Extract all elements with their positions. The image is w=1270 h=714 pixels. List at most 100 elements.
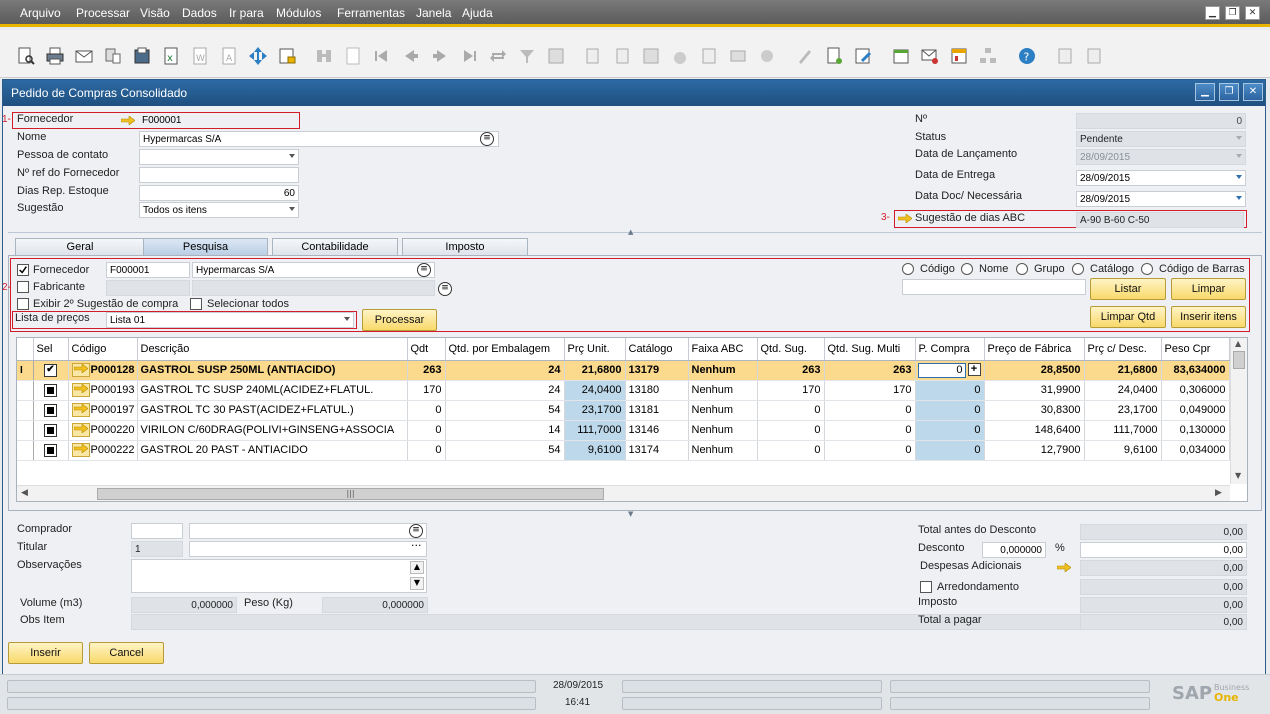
col-qdt[interactable]: Qdt xyxy=(407,338,446,361)
link-arrow-icon[interactable] xyxy=(898,214,912,223)
qdt-cell[interactable]: 170 xyxy=(406,380,446,401)
nref-field[interactable] xyxy=(139,167,299,183)
arredondamento-checkbox[interactable] xyxy=(920,581,932,593)
comprador-code[interactable] xyxy=(131,523,183,539)
row-header[interactable] xyxy=(17,420,34,441)
p-compra-cell[interactable]: 0 xyxy=(915,400,985,421)
desconto-value-field[interactable]: 0,00 xyxy=(1080,542,1247,558)
messages-icon[interactable] xyxy=(920,46,940,66)
unchecked-checkbox[interactable] xyxy=(44,403,57,417)
link-arrow-icon[interactable] xyxy=(71,403,90,417)
table-row[interactable]: P000193 GASTROL TC SUSP 240ML(ACIDEZ+FLAT… xyxy=(17,380,1230,401)
codigo-cell[interactable]: P000197 xyxy=(68,400,138,421)
table-row[interactable]: P000220 VIRILON C/60DRAG(POLIVI+GINSENG+A… xyxy=(17,420,1230,441)
qtd-embalagem-cell[interactable]: 54 xyxy=(445,400,565,421)
base-document-icon[interactable] xyxy=(583,46,603,66)
print-icon[interactable] xyxy=(45,46,65,66)
obs-scroll-up-icon[interactable]: ▲ xyxy=(410,561,424,574)
row-header[interactable]: I xyxy=(17,360,34,381)
limpar-qtd-button[interactable]: Limpar Qtd xyxy=(1090,306,1166,328)
more-icon[interactable]: ··· xyxy=(411,539,422,552)
config-icon[interactable] xyxy=(1055,46,1075,66)
menu-ir-para[interactable]: Ir para xyxy=(229,6,264,20)
inserir-button[interactable]: Inserir xyxy=(8,642,83,664)
scroll-up-icon[interactable]: ▲ xyxy=(1235,339,1241,348)
config-2-icon[interactable] xyxy=(1084,46,1104,66)
journal-icon[interactable] xyxy=(699,46,719,66)
export-word-icon[interactable]: W xyxy=(190,46,210,66)
menu-visao[interactable]: Visão xyxy=(140,6,170,20)
sel-cell[interactable] xyxy=(33,440,69,461)
search-fornecedor-code[interactable]: F000001 xyxy=(106,262,190,278)
sel-cell[interactable] xyxy=(33,400,69,421)
menu-arquivo[interactable]: Arquivo xyxy=(20,6,61,20)
codigo-cell[interactable]: P000193 xyxy=(68,380,138,401)
scroll-right-icon[interactable]: ▶ xyxy=(1215,488,1222,498)
menu-ferramentas[interactable]: Ferramentas xyxy=(337,6,405,20)
link-arrow-icon[interactable] xyxy=(71,423,90,437)
link-arrow-icon[interactable] xyxy=(121,116,135,125)
col-qtd-sug-multi[interactable]: Qtd. Sug. Multi xyxy=(824,338,916,361)
exibir-checkbox[interactable] xyxy=(17,298,29,310)
menu-processar[interactable]: Processar xyxy=(76,6,130,20)
unchecked-checkbox[interactable] xyxy=(44,383,57,397)
menu-ajuda[interactable]: Ajuda xyxy=(462,6,493,20)
export-excel-icon[interactable]: x xyxy=(161,46,181,66)
org-chart-icon[interactable] xyxy=(978,46,998,66)
codigo-cell[interactable]: P000128 xyxy=(68,360,138,381)
tab-contabilidade[interactable]: Contabilidade xyxy=(272,238,398,256)
col-codigo[interactable]: Código xyxy=(68,338,138,361)
p-compra-cell[interactable]: 0 + xyxy=(915,360,985,381)
prc-unit-cell[interactable]: 21,6800 xyxy=(564,360,626,381)
link-arrow-icon[interactable] xyxy=(71,443,90,457)
first-record-icon[interactable] xyxy=(372,46,392,66)
find-icon[interactable] xyxy=(314,46,334,66)
new-document-icon[interactable] xyxy=(824,46,844,66)
menu-dados[interactable]: Dados xyxy=(182,6,217,20)
unchecked-checkbox[interactable] xyxy=(44,423,57,437)
radio-codigo-barras[interactable] xyxy=(1141,263,1153,275)
tab-imposto[interactable]: Imposto xyxy=(402,238,528,256)
qdt-cell[interactable]: 263 xyxy=(407,360,446,381)
row-header[interactable] xyxy=(17,380,34,401)
nome-field[interactable]: Hypermarcas S/A xyxy=(139,131,499,147)
last-record-icon[interactable] xyxy=(459,46,479,66)
obs-scroll-down-icon[interactable]: ▼ xyxy=(410,577,424,590)
col-sel[interactable]: Sel xyxy=(33,338,69,361)
prc-unit-cell[interactable]: 24,0400 xyxy=(564,380,626,401)
vertical-scroll-thumb[interactable] xyxy=(1233,351,1245,369)
col-descricao[interactable]: Descrição xyxy=(137,338,408,361)
link-arrow-icon[interactable] xyxy=(1057,563,1071,572)
app-minimize-button[interactable]: ▁ xyxy=(1205,6,1220,20)
sel-cell[interactable] xyxy=(33,420,69,441)
table-row[interactable]: P000222 GASTROL 20 PAST - ANTIACIDO 0 54 9,6… xyxy=(17,440,1230,461)
p-compra-cell[interactable]: 0 xyxy=(915,380,985,401)
col-qtd-embalagem[interactable]: Qtd. por Embalagem xyxy=(445,338,565,361)
col-faixa-abc[interactable]: Faixa ABC xyxy=(688,338,758,361)
app-close-button[interactable]: ✕ xyxy=(1245,6,1260,20)
link-arrow-icon[interactable] xyxy=(71,383,90,397)
col-catalogo[interactable]: Catálogo xyxy=(625,338,689,361)
report-icon[interactable] xyxy=(949,46,969,66)
navigate-icon[interactable] xyxy=(248,46,268,66)
payment-icon[interactable] xyxy=(728,46,748,66)
email-icon[interactable] xyxy=(74,46,94,66)
add-record-icon[interactable] xyxy=(343,46,363,66)
choose-list-icon[interactable]: ≡ xyxy=(480,132,494,146)
col-qtd-sug[interactable]: Qtd. Sug. xyxy=(757,338,825,361)
tab-geral[interactable]: Geral xyxy=(15,238,145,256)
col-prc-unit[interactable]: Prç Unit. xyxy=(564,338,626,361)
fabricante-checkbox[interactable] xyxy=(17,281,29,293)
search-fornecedor-name[interactable]: Hypermarcas S/A xyxy=(192,262,435,278)
dias-field[interactable]: 60 xyxy=(139,185,299,201)
col-peso-cpr[interactable]: Peso Cpr xyxy=(1161,338,1230,361)
help-icon[interactable]: ? xyxy=(1017,46,1037,66)
sel-cell[interactable] xyxy=(33,380,69,401)
form-settings-icon[interactable] xyxy=(853,46,873,66)
search-text-input[interactable] xyxy=(902,279,1086,295)
scroll-down-icon[interactable]: ▼ xyxy=(1235,471,1241,480)
radio-grupo[interactable] xyxy=(1016,263,1028,275)
choose-list-icon[interactable]: ≡ xyxy=(417,263,431,277)
fornecedor-checkbox[interactable] xyxy=(17,264,29,276)
edit-icon[interactable] xyxy=(795,46,815,66)
